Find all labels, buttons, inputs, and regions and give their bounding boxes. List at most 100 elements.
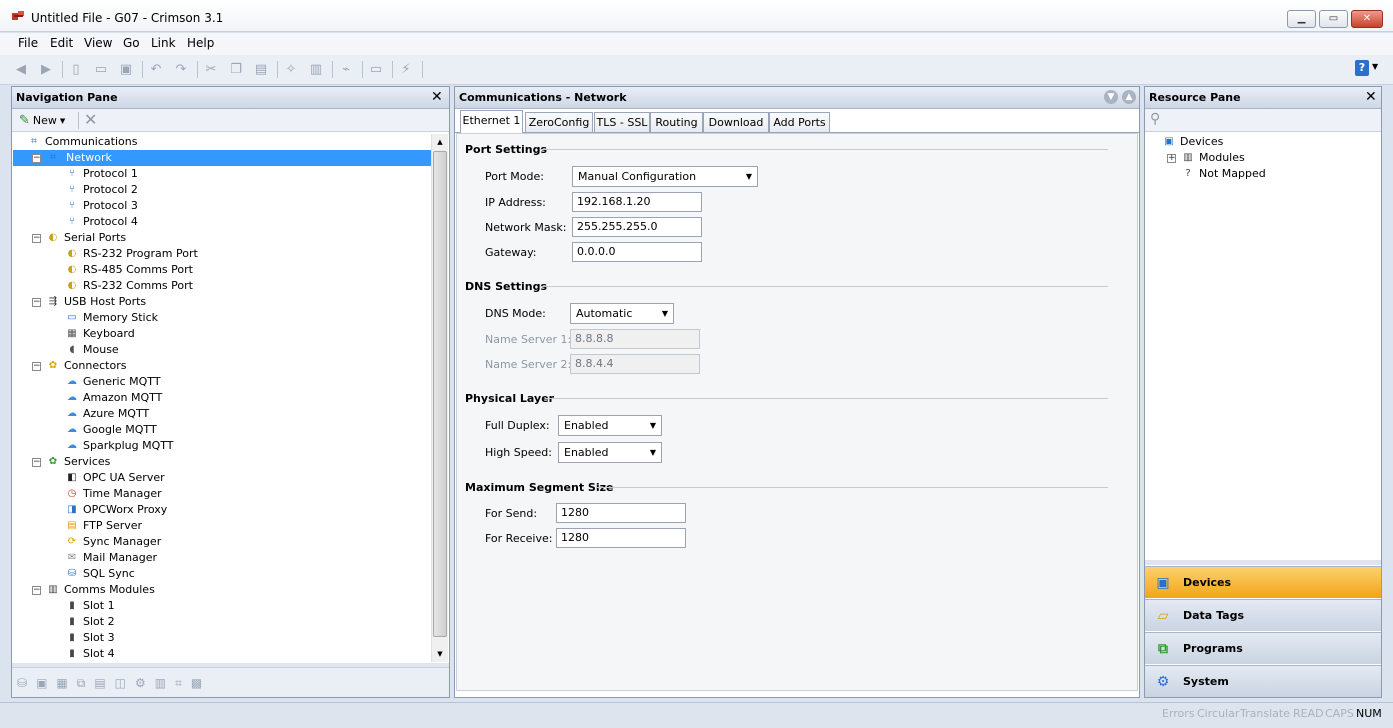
nav-tree-item[interactable]: ☁ Amazon MQTT [13, 390, 431, 406]
previous-icon[interactable]: ▲ [1122, 90, 1136, 104]
category-system-button[interactable]: ⚙ System [1145, 665, 1381, 697]
nav-tree-item[interactable]: ▦ Keyboard [13, 326, 431, 342]
menu-file[interactable]: File [18, 36, 38, 50]
tab-routing[interactable]: Routing [650, 112, 703, 132]
menu-edit[interactable]: Edit [50, 36, 73, 50]
collapse-icon[interactable]: − [32, 233, 41, 243]
nav-tree-item[interactable]: ☁ Azure MQTT [13, 406, 431, 422]
tab-ethernet-1[interactable]: Ethernet 1 [460, 110, 523, 133]
cut-icon[interactable]: ✂ [202, 60, 220, 78]
collapse-icon[interactable]: − [32, 361, 41, 371]
undo-icon[interactable]: ↶ [147, 60, 165, 78]
link-icon[interactable]: ⌁ [337, 60, 355, 78]
devices-icon[interactable]: ▣ [36, 676, 47, 691]
category-devices-button[interactable]: ▣ Devices [1145, 566, 1381, 598]
menu-link[interactable]: Link [151, 36, 176, 50]
collapse-icon[interactable]: − [32, 457, 41, 467]
close-window-button[interactable]: ✕ [1351, 10, 1383, 28]
paste-special-icon[interactable]: ▥ [307, 60, 325, 78]
maximize-button[interactable]: ▭ [1319, 10, 1348, 28]
tab-add-ports[interactable]: Add Ports [769, 112, 830, 132]
next-icon[interactable]: ▼ [1104, 90, 1118, 104]
open-file-icon[interactable]: ▭ [92, 60, 110, 78]
nav-tree-item[interactable]: ✉ Mail Manager [13, 550, 431, 566]
new-file-icon[interactable]: ▯ [67, 60, 85, 78]
nav-tree-item[interactable]: ◐ RS-232 Program Port [13, 246, 431, 262]
scroll-up-icon[interactable]: ▲ [432, 134, 448, 150]
category-data-tags-button[interactable]: ▱ Data Tags [1145, 599, 1381, 631]
nav-tree-item[interactable]: ⌗ Communications [13, 134, 431, 150]
navigation-scrollbar[interactable]: ▲ ▼ [431, 134, 448, 662]
gateway-field[interactable]: 0.0.0.0 [572, 242, 702, 262]
nav-tree-item[interactable]: ▤ FTP Server [13, 518, 431, 534]
nav-tree-item[interactable]: ◐ RS-232 Comms Port [13, 278, 431, 294]
network-icon[interactable]: ⌗ [175, 676, 182, 691]
communications-icon[interactable]: ⛁ [17, 676, 27, 691]
redo-icon[interactable]: ↷ [172, 60, 190, 78]
nav-tree-item[interactable]: − ⌗ Network [13, 150, 431, 166]
nav-tree-item[interactable]: ☁ Generic MQTT [13, 374, 431, 390]
nav-tree-item[interactable]: ⑂ Protocol 1 [13, 166, 431, 182]
web-server-icon[interactable]: ◫ [115, 676, 126, 691]
nav-tree-item[interactable]: ☁ Sparkplug MQTT [13, 438, 431, 454]
collapse-icon[interactable]: − [32, 297, 41, 307]
nav-tree-item[interactable]: ▮ Slot 1 [13, 598, 431, 614]
nav-tree-item[interactable]: − ✿ Services [13, 454, 431, 470]
save-icon[interactable]: ▣ [117, 60, 135, 78]
tab-zeroconfig[interactable]: ZeroConfig [525, 112, 593, 132]
help-dropdown-icon[interactable]: ▼ [1372, 62, 1378, 71]
ip-address-field[interactable]: 192.168.1.20 [572, 192, 702, 212]
for-receive-field[interactable]: 1280 [556, 528, 686, 548]
copy-icon[interactable]: ❐ [227, 60, 245, 78]
dns-mode-select[interactable]: Automatic ▼ [570, 303, 674, 324]
splitter[interactable] [1145, 560, 1381, 565]
nav-tree-item[interactable]: ▭ Memory Stick [13, 310, 431, 326]
scrollbar-thumb[interactable] [433, 151, 447, 637]
resource-tree-item[interactable]: + ▥ Modules [1148, 150, 1378, 166]
nav-tree-item[interactable]: ☁ Google MQTT [13, 422, 431, 438]
nav-tree-item[interactable]: − ▥ Comms Modules [13, 582, 431, 598]
resource-tree-item[interactable]: ? Not Mapped [1148, 166, 1378, 182]
nav-tree-item[interactable]: ⟳ Sync Manager [13, 534, 431, 550]
network-mask-field[interactable]: 255.255.255.0 [572, 217, 702, 237]
menu-go[interactable]: Go [123, 36, 140, 50]
nav-tree-item[interactable]: ⛁ SQL Sync [13, 566, 431, 582]
nav-tree-item[interactable]: ▮ Slot 4 [13, 646, 431, 662]
paste-icon[interactable]: ▤ [252, 60, 270, 78]
port-mode-select[interactable]: Manual Configuration ▼ [572, 166, 758, 187]
delete-icon[interactable]: ✕ [84, 110, 97, 129]
menu-view[interactable]: View [84, 36, 112, 50]
for-send-field[interactable]: 1280 [556, 503, 686, 523]
nav-tree-item[interactable]: ◖ Mouse [13, 342, 431, 358]
nav-tree-item[interactable]: ⑂ Protocol 3 [13, 198, 431, 214]
full-duplex-select[interactable]: Enabled ▼ [558, 415, 662, 436]
resource-tree-item[interactable]: ▣ Devices [1148, 134, 1378, 150]
search-icon[interactable]: ⚲ [1150, 111, 1160, 127]
high-speed-select[interactable]: Enabled ▼ [558, 442, 662, 463]
window-icon[interactable]: ▭ [367, 60, 385, 78]
data-logger-icon[interactable]: ▤ [94, 676, 105, 691]
scroll-down-icon[interactable]: ▼ [432, 646, 448, 662]
nav-tree-item[interactable]: ◧ OPC UA Server [13, 470, 431, 486]
tab-tls-ssl[interactable]: TLS - SSL [594, 112, 650, 132]
nav-tree-item[interactable]: ▮ Slot 3 [13, 630, 431, 646]
close-navigation-pane-icon[interactable]: ✕ [431, 87, 443, 107]
nav-tree-item[interactable]: ◷ Time Manager [13, 486, 431, 502]
smart-duplicate-icon[interactable]: ✧ [282, 60, 300, 78]
new-button[interactable]: ✎ New ▼ [19, 112, 65, 129]
nav-tree-item[interactable]: − ⇶ USB Host Ports [13, 294, 431, 310]
expand-icon[interactable]: + [1167, 153, 1176, 163]
help-icon[interactable]: ? [1355, 60, 1369, 76]
security-icon[interactable]: ⚙ [135, 676, 146, 691]
forward-icon[interactable]: ▶ [37, 60, 55, 78]
system-icon[interactable]: ▥ [155, 676, 166, 691]
nav-tree-item[interactable]: ▮ Slot 2 [13, 614, 431, 630]
back-icon[interactable]: ◀ [12, 60, 30, 78]
modules-icon[interactable]: ▩ [191, 676, 202, 691]
nav-tree-item[interactable]: ⑂ Protocol 2 [13, 182, 431, 198]
nav-tree-item[interactable]: − ◐ Serial Ports [13, 230, 431, 246]
tab-download[interactable]: Download [703, 112, 769, 132]
collapse-icon[interactable]: − [32, 585, 41, 595]
nav-tree-item[interactable]: ◨ OPCWorx Proxy [13, 502, 431, 518]
menu-help[interactable]: Help [187, 36, 214, 50]
